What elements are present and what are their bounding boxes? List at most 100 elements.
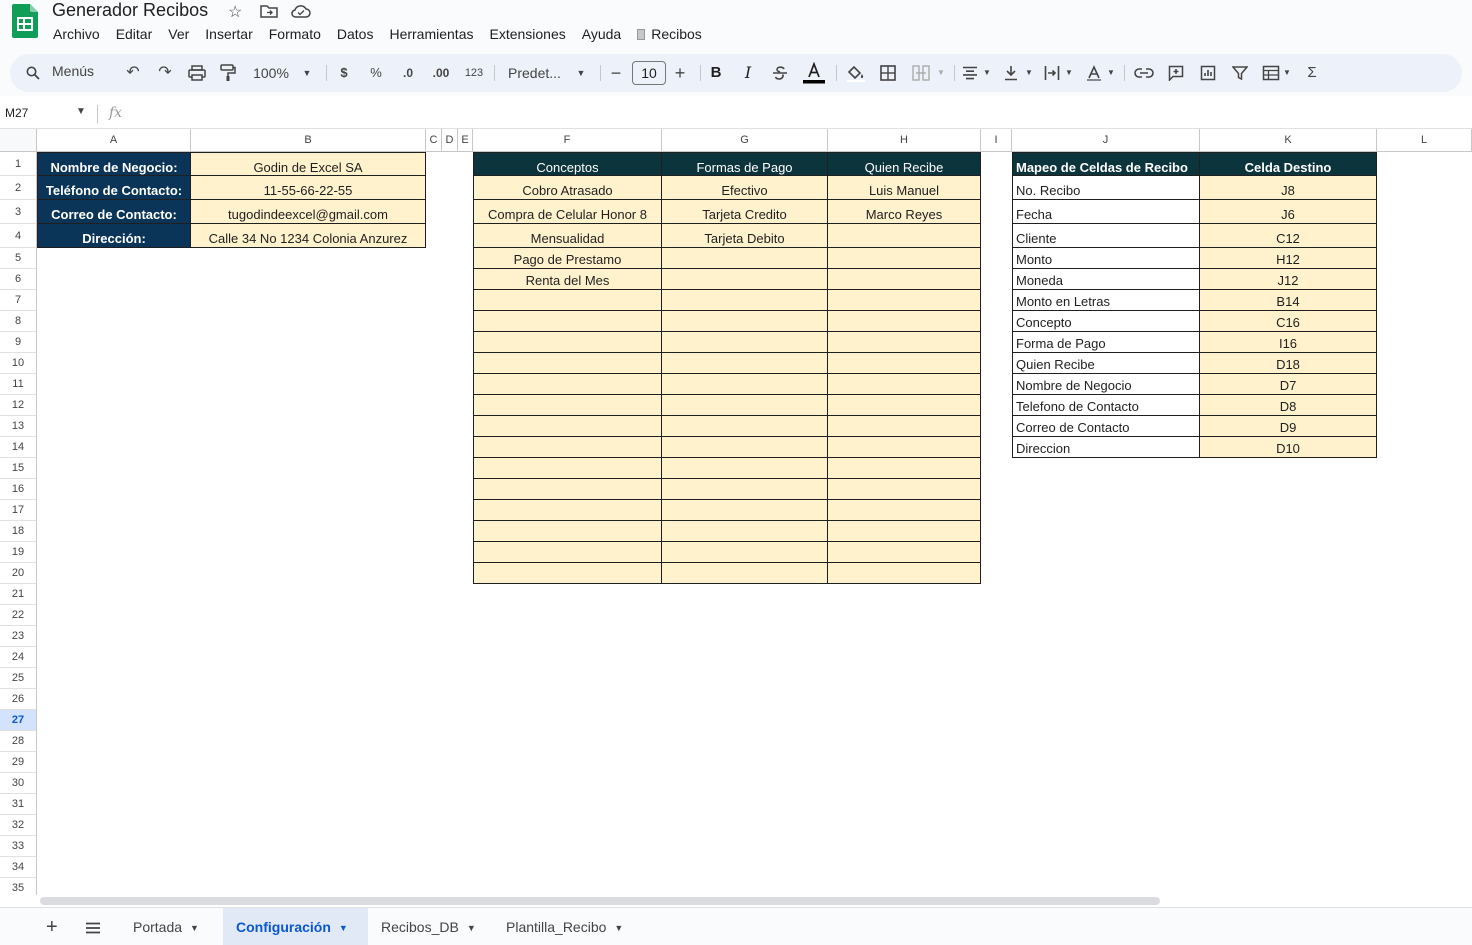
- horizontal-align-icon[interactable]: [962, 66, 978, 80]
- mapping-field-cell[interactable]: Correo de Contacto: [1012, 416, 1200, 437]
- row-header-13[interactable]: 13: [0, 416, 37, 437]
- lists-value-cell[interactable]: [473, 542, 662, 563]
- column-header-e[interactable]: E: [458, 129, 473, 152]
- menu-ayuda[interactable]: Ayuda: [574, 26, 629, 44]
- lists-header-cell[interactable]: Quien Recibe: [828, 152, 981, 176]
- row-header-28[interactable]: 28: [0, 731, 37, 752]
- spreadsheet-grid[interactable]: ABCDEFGHIJKL 1 2 3 4 5 6 7 8 9 10 11 12 13 14 15 16 17 18…: [0, 129, 1472, 895]
- mapping-field-cell[interactable]: Concepto: [1012, 311, 1200, 332]
- lists-value-cell[interactable]: [473, 374, 662, 395]
- lists-value-cell[interactable]: [828, 395, 981, 416]
- row-header-24[interactable]: 24: [0, 647, 37, 668]
- currency-format-button[interactable]: $: [336, 54, 352, 92]
- vertical-align-icon[interactable]: [1004, 65, 1018, 81]
- row-header-3[interactable]: 3: [0, 200, 37, 224]
- column-header-a[interactable]: A: [37, 129, 191, 152]
- wrap-caret-icon[interactable]: ▼: [1064, 54, 1074, 92]
- row-header-27[interactable]: 27: [0, 710, 37, 731]
- undo-icon[interactable]: ↶: [122, 54, 144, 92]
- lists-value-cell[interactable]: [662, 416, 828, 437]
- mapping-field-cell[interactable]: Quien Recibe: [1012, 353, 1200, 374]
- lists-value-cell[interactable]: [662, 542, 828, 563]
- name-box[interactable]: M27: [5, 106, 28, 120]
- row-header-30[interactable]: 30: [0, 773, 37, 794]
- mapping-field-cell[interactable]: Nombre de Negocio: [1012, 374, 1200, 395]
- row-header-11[interactable]: 11: [0, 374, 37, 395]
- lists-value-cell[interactable]: [473, 395, 662, 416]
- lists-value-cell[interactable]: [662, 353, 828, 374]
- lists-value-cell[interactable]: Cobro Atrasado: [473, 176, 662, 200]
- menu-insertar[interactable]: Insertar: [197, 26, 260, 44]
- lists-value-cell[interactable]: [828, 479, 981, 500]
- lists-value-cell[interactable]: [828, 224, 981, 248]
- lists-value-cell[interactable]: [828, 353, 981, 374]
- lists-value-cell[interactable]: [473, 437, 662, 458]
- mapping-target-cell[interactable]: J8: [1200, 176, 1377, 200]
- business-label-cell[interactable]: Teléfono de Contacto:: [37, 176, 191, 200]
- chevron-down-icon[interactable]: ▼: [190, 923, 199, 933]
- lists-value-cell[interactable]: Efectivo: [662, 176, 828, 200]
- business-label-cell[interactable]: Dirección:: [37, 224, 191, 248]
- font-size-decrease-button[interactable]: −: [608, 54, 624, 92]
- lists-value-cell[interactable]: [473, 521, 662, 542]
- lists-value-cell[interactable]: Tarjeta Debito: [662, 224, 828, 248]
- lists-header-cell[interactable]: Formas de Pago: [662, 152, 828, 176]
- row-header-9[interactable]: 9: [0, 332, 37, 353]
- filter-views-icon[interactable]: [1262, 65, 1280, 81]
- row-header-35[interactable]: 35: [0, 878, 37, 895]
- business-value-cell[interactable]: tugodindeexcel@gmail.com: [191, 200, 426, 224]
- mapping-target-cell[interactable]: I16: [1200, 332, 1377, 353]
- more-formats-button[interactable]: 123: [462, 54, 486, 92]
- font-select[interactable]: Predet...: [508, 54, 564, 92]
- insert-comment-icon[interactable]: [1168, 65, 1184, 81]
- lists-value-cell[interactable]: Marco Reyes: [828, 200, 981, 224]
- lists-value-cell[interactable]: [662, 521, 828, 542]
- document-title[interactable]: Generador Recibos: [52, 0, 208, 21]
- lists-value-cell[interactable]: [662, 374, 828, 395]
- lists-value-cell[interactable]: [828, 542, 981, 563]
- rotation-caret-icon[interactable]: ▼: [1106, 54, 1116, 92]
- insert-chart-icon[interactable]: [1200, 65, 1216, 81]
- zoom-select[interactable]: 100%: [250, 54, 292, 92]
- sheets-logo-icon[interactable]: [12, 4, 38, 38]
- lists-header-cell[interactable]: Conceptos: [473, 152, 662, 176]
- row-header-25[interactable]: 25: [0, 668, 37, 689]
- mapping-field-cell[interactable]: Telefono de Contacto: [1012, 395, 1200, 416]
- mapping-field-cell[interactable]: Cliente: [1012, 224, 1200, 248]
- lists-value-cell[interactable]: [662, 269, 828, 290]
- search-menus[interactable]: Menús: [14, 57, 122, 89]
- column-header-j[interactable]: J: [1012, 129, 1200, 152]
- merge-cells-icon[interactable]: [912, 65, 930, 81]
- menu-herramientas[interactable]: Herramientas: [381, 26, 481, 44]
- lists-value-cell[interactable]: [828, 290, 981, 311]
- column-header-b[interactable]: B: [191, 129, 426, 152]
- mapping-header-cell[interactable]: Mapeo de Celdas de Recibo: [1012, 152, 1200, 176]
- mapping-field-cell[interactable]: Monto en Letras: [1012, 290, 1200, 311]
- lists-value-cell[interactable]: [828, 416, 981, 437]
- mapping-field-cell[interactable]: Direccion: [1012, 437, 1200, 458]
- sheet-tab-plantilla-recibo[interactable]: Plantilla_Recibo ▼: [493, 908, 648, 945]
- scrollbar-thumb[interactable]: [40, 897, 1160, 905]
- column-header-g[interactable]: G: [662, 129, 828, 152]
- all-sheets-menu-icon[interactable]: [85, 922, 101, 934]
- row-header-8[interactable]: 8: [0, 311, 37, 332]
- row-header-26[interactable]: 26: [0, 689, 37, 710]
- lists-value-cell[interactable]: Pago de Prestamo: [473, 248, 662, 269]
- mapping-target-cell[interactable]: D18: [1200, 353, 1377, 374]
- increase-decimal-button[interactable]: .00: [430, 54, 452, 92]
- text-color-icon[interactable]: [802, 62, 826, 84]
- lists-value-cell[interactable]: [473, 458, 662, 479]
- mapping-field-cell[interactable]: Moneda: [1012, 269, 1200, 290]
- row-header-20[interactable]: 20: [0, 563, 37, 584]
- font-size-increase-button[interactable]: +: [672, 54, 688, 92]
- lists-value-cell[interactable]: [473, 479, 662, 500]
- lists-value-cell[interactable]: Compra de Celular Honor 8: [473, 200, 662, 224]
- row-header-22[interactable]: 22: [0, 605, 37, 626]
- row-header-17[interactable]: 17: [0, 500, 37, 521]
- merge-caret-icon[interactable]: ▼: [936, 54, 946, 92]
- menu-editar[interactable]: Editar: [108, 26, 161, 44]
- lists-value-cell[interactable]: [662, 395, 828, 416]
- mapping-target-cell[interactable]: H12: [1200, 248, 1377, 269]
- lists-value-cell[interactable]: [828, 374, 981, 395]
- lists-value-cell[interactable]: [662, 479, 828, 500]
